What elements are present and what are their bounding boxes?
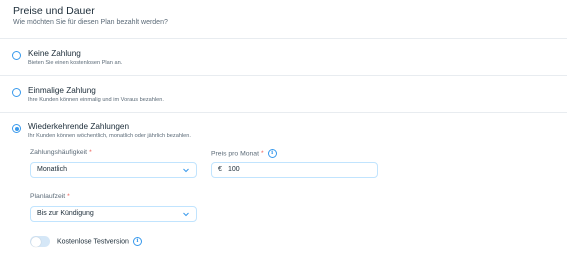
toggle-knob: [30, 236, 41, 247]
divider: [0, 75, 567, 76]
option-description: Bieten Sie einen kostenlosen Plan an.: [28, 60, 123, 66]
option-description: Ihr Kunden können wöchentlich, monatlich…: [28, 133, 191, 139]
section-subtitle: Wie möchten Sie für diesen Plan bezahlt …: [13, 19, 168, 26]
section-title: Preise und Dauer: [13, 5, 95, 17]
price-input[interactable]: € 100: [211, 162, 378, 178]
duration-label-text: Planlaufzeit: [30, 193, 66, 200]
frequency-label: Zahlungshäufigkeit *: [30, 149, 92, 156]
divider: [0, 38, 567, 39]
info-icon[interactable]: i: [132, 237, 142, 246]
duration-label: Planlaufzeit *: [30, 193, 70, 200]
trial-toggle[interactable]: [30, 236, 50, 247]
trial-label: Kostenlose Testversion i: [57, 237, 142, 246]
info-icon[interactable]: i: [267, 149, 277, 158]
option-title: Keine Zahlung: [28, 49, 81, 58]
option-title: Einmalige Zahlung: [28, 86, 96, 95]
radio-one-time-payment[interactable]: [12, 88, 21, 97]
trial-label-text: Kostenlose Testversion: [57, 238, 129, 246]
radio-no-payment[interactable]: [12, 51, 21, 60]
price-value: 100: [228, 166, 240, 173]
option-description: Ihre Kunden können einmalig und im Vorau…: [28, 97, 164, 103]
duration-select[interactable]: Bis zur Kündigung: [30, 206, 197, 222]
frequency-label-text: Zahlungshäufigkeit: [30, 149, 88, 156]
required-asterisk: *: [67, 193, 70, 200]
radio-recurring-payment[interactable]: [12, 124, 21, 133]
required-asterisk: *: [260, 150, 264, 158]
frequency-select[interactable]: Monatlich: [30, 162, 197, 178]
required-asterisk: *: [89, 149, 92, 156]
option-title: Wiederkehrende Zahlungen: [28, 122, 130, 131]
section-header: Preise und Dauer Wie möchten Sie für die…: [13, 5, 168, 26]
divider: [0, 112, 567, 113]
price-label: Preis pro Monat * i: [211, 149, 277, 158]
duration-value: Bis zur Kündigung: [37, 210, 94, 217]
price-label-text: Preis pro Monat: [211, 150, 259, 158]
chevron-down-icon: [183, 212, 189, 217]
frequency-value: Monatlich: [37, 166, 67, 173]
chevron-down-icon: [183, 168, 189, 173]
currency-symbol: €: [218, 166, 222, 173]
